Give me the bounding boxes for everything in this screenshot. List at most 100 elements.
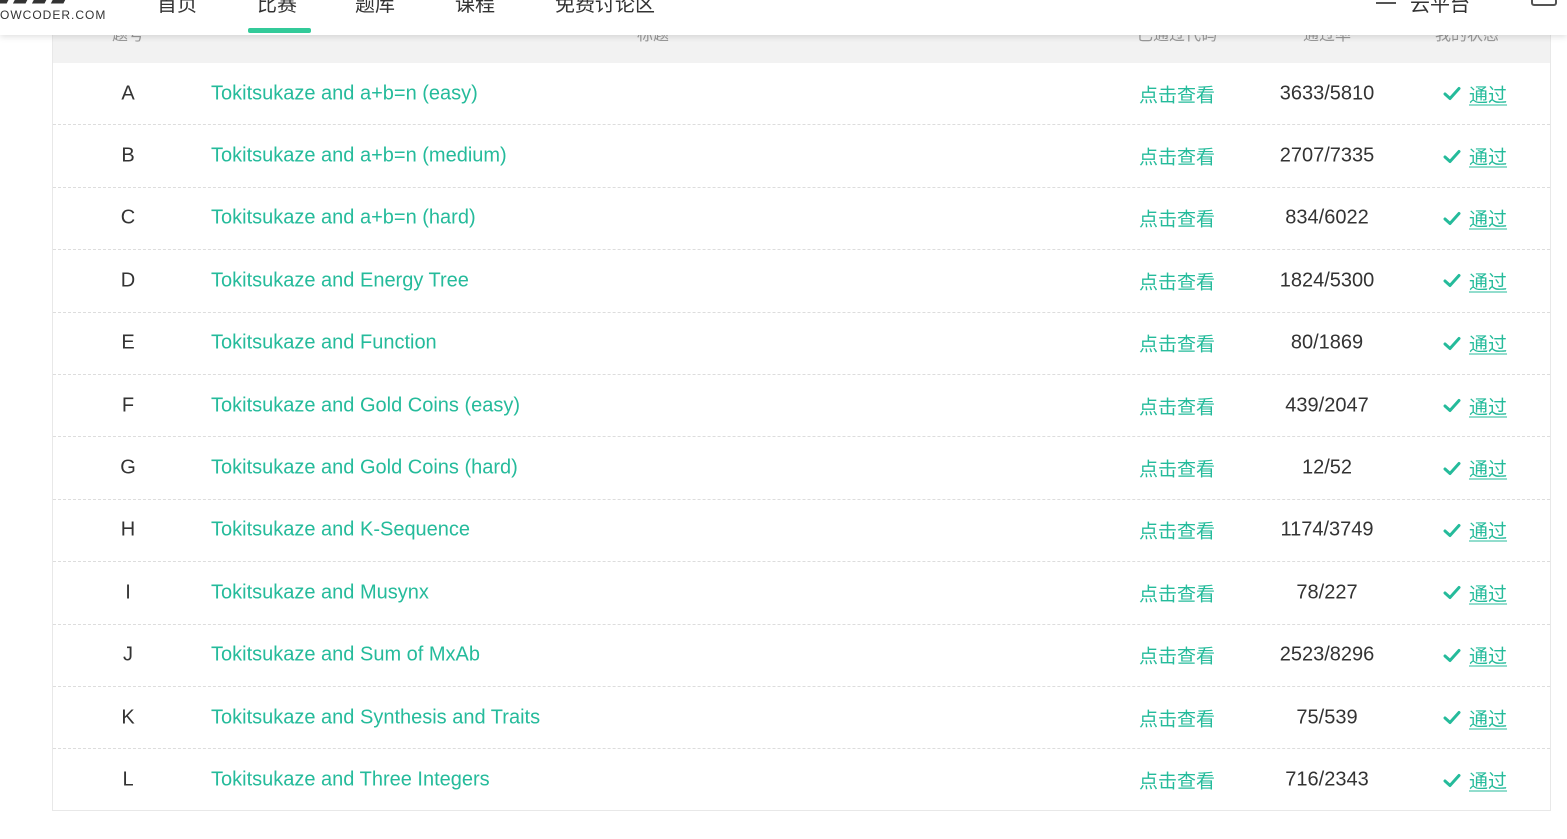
view-passed-code-link[interactable]: 点击查看 [1139,517,1215,544]
table-row: K Tokitsukaze and Synthesis and Traits 点… [53,687,1550,750]
check-icon [1443,523,1461,537]
nav-item-courses[interactable]: 课程 [455,0,495,17]
problem-title-link[interactable]: Tokitsukaze and Energy Tree [211,269,469,292]
table-row: J Tokitsukaze and Sum of MxAb 点击查看 2523/… [53,625,1550,687]
my-status[interactable]: 通过 [1443,642,1507,669]
check-icon [1443,87,1461,101]
check-icon [1443,211,1461,225]
nav-item-problems[interactable]: 题库 [355,0,395,17]
active-nav-indicator [248,28,311,33]
my-status[interactable]: 通过 [1443,330,1507,357]
problem-id: J [123,643,133,666]
nav-item-contests[interactable]: 比赛 [257,0,297,17]
check-icon [1443,399,1461,413]
my-status[interactable]: 通过 [1443,267,1507,294]
view-passed-code-link[interactable]: 点击查看 [1139,455,1215,482]
table-body: A Tokitsukaze and a+b=n (easy) 点击查看 3633… [53,63,1550,812]
problem-title-link[interactable]: Tokitsukaze and Three Integers [211,769,490,792]
status-label: 通过 [1469,645,1508,668]
grid-menu-icon[interactable] [1376,0,1396,4]
problem-title-link[interactable]: Tokitsukaze and K-Sequence [211,519,470,542]
problem-id: E [121,331,135,354]
problem-id: D [120,269,136,292]
view-passed-code-link[interactable]: 点击查看 [1139,392,1215,419]
my-status[interactable]: 通过 [1443,205,1507,232]
status-label: 通过 [1469,208,1508,231]
my-status[interactable]: 通过 [1443,80,1507,107]
status-label: 通过 [1469,84,1508,107]
problem-id: H [120,518,136,541]
check-icon [1443,461,1461,475]
problem-title-link[interactable]: Tokitsukaze and Gold Coins (hard) [211,457,518,480]
status-label: 通过 [1469,396,1508,419]
table-row: A Tokitsukaze and a+b=n (easy) 点击查看 3633… [53,63,1550,126]
status-label: 通过 [1469,708,1508,731]
status-label: 通过 [1469,271,1508,294]
my-status[interactable]: 通过 [1443,517,1507,544]
view-passed-code-link[interactable]: 点击查看 [1139,642,1215,669]
status-label: 通过 [1469,458,1508,481]
table-row: L Tokitsukaze and Three Integers 点击查看 71… [53,749,1550,811]
problem-title-link[interactable]: Tokitsukaze and a+b=n (hard) [211,207,476,230]
view-passed-code-link[interactable]: 点击查看 [1139,143,1215,170]
user-menu-icon[interactable] [1531,0,1557,6]
status-label: 通过 [1469,333,1508,356]
pass-rate: 2707/7335 [1279,144,1375,167]
status-label: 通过 [1469,770,1508,793]
problem-title-link[interactable]: Tokitsukaze and a+b=n (easy) [211,82,478,105]
pass-rate: 12/52 [1301,456,1353,479]
check-icon [1443,586,1461,600]
check-icon [1443,711,1461,725]
problem-title-link[interactable]: Tokitsukaze and Function [211,332,437,355]
problem-title-link[interactable]: Tokitsukaze and Gold Coins (easy) [211,394,520,417]
problem-id: L [122,768,134,791]
problem-title-link[interactable]: Tokitsukaze and Synthesis and Traits [211,706,540,729]
nav-item-home[interactable]: 首页 [157,0,197,17]
check-icon [1443,336,1461,350]
check-icon [1443,149,1461,163]
my-status[interactable]: 通过 [1443,767,1507,794]
pass-rate: 2523/8296 [1279,643,1375,666]
problem-id: I [125,581,131,604]
problem-id: K [121,706,135,729]
view-passed-code-link[interactable]: 点击查看 [1139,579,1215,606]
my-status[interactable]: 通过 [1443,704,1507,731]
problem-id: G [120,456,136,479]
my-status[interactable]: 通过 [1443,392,1507,419]
pass-rate: 3633/5810 [1279,82,1375,105]
view-passed-code-link[interactable]: 点击查看 [1139,767,1215,794]
check-icon [1443,773,1461,787]
pass-rate: 78/227 [1296,581,1358,604]
table-row: D Tokitsukaze and Energy Tree 点击查看 1824/… [53,250,1550,313]
top-nav-bar: ▰▰▰▰ OWCODER.COM 首页 比赛 题库 课程 免费讨论区 云平台 [0,0,1567,35]
pass-rate: 1824/5300 [1279,269,1375,292]
view-passed-code-link[interactable]: 点击查看 [1139,80,1215,107]
site-logo-subtext: OWCODER.COM [0,8,107,22]
table-row: C Tokitsukaze and a+b=n (hard) 点击查看 834/… [53,188,1550,251]
view-passed-code-link[interactable]: 点击查看 [1139,205,1215,232]
problem-id: F [121,394,135,417]
check-icon [1443,274,1461,288]
nav-item-forum[interactable]: 免费讨论区 [555,0,655,17]
pass-rate: 1174/3749 [1280,518,1374,541]
pass-rate: 80/1869 [1290,331,1364,354]
view-passed-code-link[interactable]: 点击查看 [1139,704,1215,731]
problem-id: C [120,206,136,229]
status-label: 通过 [1469,520,1508,543]
nav-item-cloud-platform[interactable]: 云平台 [1410,0,1470,17]
problem-title-link[interactable]: Tokitsukaze and Sum of MxAb [211,644,480,667]
table-row: G Tokitsukaze and Gold Coins (hard) 点击查看… [53,437,1550,500]
table-row: I Tokitsukaze and Musynx 点击查看 78/227 通过 [53,562,1550,625]
problem-title-link[interactable]: Tokitsukaze and a+b=n (medium) [211,145,507,168]
my-status[interactable]: 通过 [1443,143,1507,170]
pass-rate: 439/2047 [1285,394,1369,417]
my-status[interactable]: 通过 [1443,579,1507,606]
problem-table: 题号 标题 已通过代码 通过率 我的状态 A Tokitsukaze and a… [52,20,1551,811]
table-row: H Tokitsukaze and K-Sequence 点击查看 1174/3… [53,500,1550,563]
pass-rate: 716/2343 [1285,768,1369,791]
table-row: F Tokitsukaze and Gold Coins (easy) 点击查看… [53,375,1550,438]
my-status[interactable]: 通过 [1443,455,1507,482]
view-passed-code-link[interactable]: 点击查看 [1139,330,1215,357]
problem-title-link[interactable]: Tokitsukaze and Musynx [211,581,429,604]
view-passed-code-link[interactable]: 点击查看 [1139,267,1215,294]
